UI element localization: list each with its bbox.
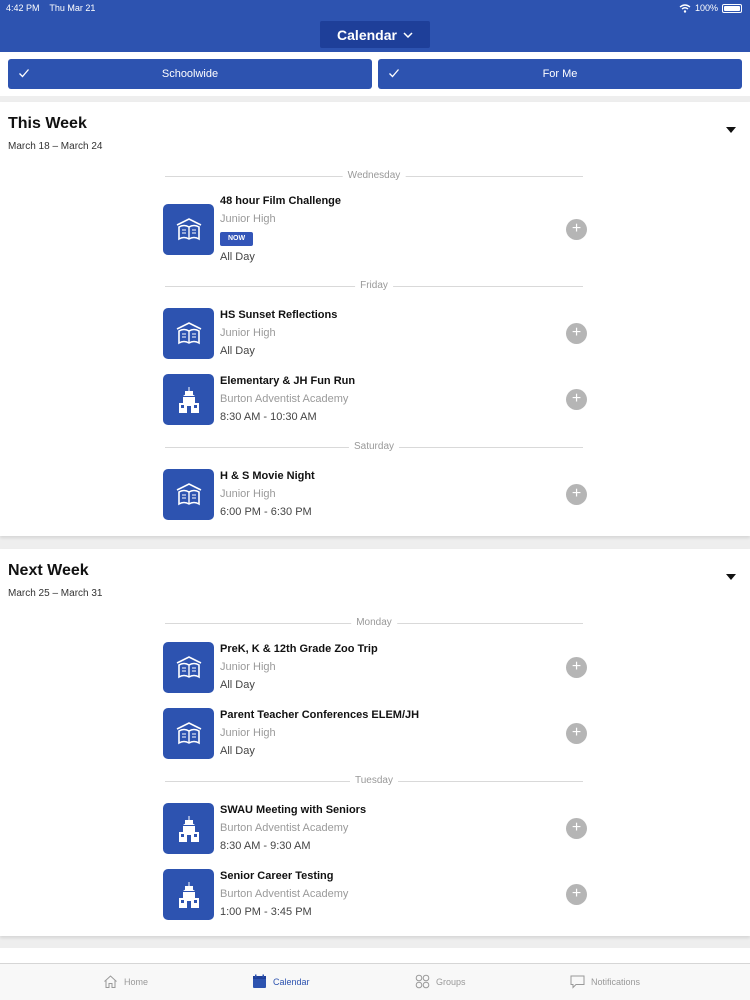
event-time: All Day: [220, 345, 255, 357]
day-label: Tuesday: [350, 775, 398, 786]
event-group: Junior High: [220, 213, 276, 225]
event-title[interactable]: H & S Movie Night: [220, 470, 315, 482]
add-event-button[interactable]: +: [566, 657, 587, 678]
event-title[interactable]: Elementary & JH Fun Run: [220, 375, 355, 387]
event-group: Junior High: [220, 327, 276, 339]
add-event-button[interactable]: +: [566, 884, 587, 905]
battery-icon: [722, 3, 742, 13]
add-event-button[interactable]: +: [566, 219, 587, 240]
status-indicators: 100%: [679, 3, 742, 13]
battery-level: [724, 5, 740, 11]
section-title: This Week: [8, 115, 87, 132]
calendar-title-dropdown[interactable]: Calendar: [320, 21, 430, 48]
bottom-tab-bar: Home Calendar Groups Notifications: [0, 963, 750, 1000]
day-divider: Saturday: [165, 441, 583, 453]
tab-calendar[interactable]: Calendar: [252, 974, 310, 989]
filter-bar: Schoolwide For Me: [0, 52, 750, 96]
add-event-button[interactable]: +: [566, 389, 587, 410]
collapse-caret-icon[interactable]: [726, 127, 736, 133]
event-group: Junior High: [220, 661, 276, 673]
home-icon: [104, 975, 117, 988]
event-title[interactable]: Parent Teacher Conferences ELEM/JH: [220, 709, 419, 721]
section-date-range: March 18 – March 24: [8, 141, 103, 152]
day-divider: Tuesday: [165, 775, 583, 787]
event-group: Burton Adventist Academy: [220, 822, 349, 834]
event-time: All Day: [220, 745, 255, 757]
tab-notifications[interactable]: Notifications: [570, 974, 640, 989]
book-icon: [163, 204, 214, 255]
checkmark-icon: [389, 69, 399, 78]
day-divider: Wednesday: [165, 170, 583, 182]
status-time-date: 4:42 PM Thu Mar 21: [6, 3, 95, 13]
add-event-button[interactable]: +: [566, 723, 587, 744]
day-label: Friday: [355, 280, 393, 291]
tab-label: Home: [124, 976, 149, 987]
tab-label: Groups: [436, 976, 466, 987]
filter-schoolwide-button[interactable]: Schoolwide: [8, 59, 372, 89]
next-week-section: Next Week March 25 – March 31 Monday Pre…: [0, 549, 750, 936]
event-group: Burton Adventist Academy: [220, 888, 349, 900]
event-title[interactable]: PreK, K & 12th Grade Zoo Trip: [220, 643, 378, 655]
checkmark-icon: [19, 69, 29, 78]
event-group: Junior High: [220, 727, 276, 739]
tab-home[interactable]: Home: [103, 974, 148, 989]
event-time: 1:00 PM - 3:45 PM: [220, 906, 312, 918]
event-title[interactable]: SWAU Meeting with Seniors: [220, 804, 366, 816]
day-label: Saturday: [348, 441, 400, 452]
event-group: Burton Adventist Academy: [220, 393, 349, 405]
school-building-icon: [163, 374, 214, 425]
filter-label: Schoolwide: [161, 68, 219, 80]
book-icon: [163, 708, 214, 759]
event-title[interactable]: 48 hour Film Challenge: [220, 195, 341, 207]
book-icon: [163, 642, 214, 693]
school-building-icon: [163, 869, 214, 920]
status-date: Thu Mar 21: [49, 3, 96, 13]
event-time: All Day: [220, 679, 255, 691]
battery-percent: 100%: [694, 3, 718, 13]
event-title[interactable]: Senior Career Testing: [220, 870, 334, 882]
book-icon: [163, 308, 214, 359]
add-event-button[interactable]: +: [566, 484, 587, 505]
day-divider: Monday: [165, 617, 583, 629]
page-title: Calendar: [337, 26, 397, 43]
event-group: Junior High: [220, 488, 276, 500]
add-event-button[interactable]: +: [566, 323, 587, 344]
tab-label: Calendar: [273, 976, 310, 987]
this-week-section: This Week March 18 – March 24 Wednesday …: [0, 102, 750, 536]
filter-for-me-button[interactable]: For Me: [378, 59, 742, 89]
day-label: Monday: [351, 617, 397, 628]
event-title[interactable]: HS Sunset Reflections: [220, 309, 337, 321]
calendar-icon: [253, 974, 266, 988]
now-badge: NOW: [220, 232, 253, 246]
filter-label: For Me: [542, 68, 578, 80]
status-time: 4:42 PM: [6, 3, 40, 13]
tab-groups[interactable]: Groups: [415, 974, 466, 989]
event-time: 8:30 AM - 9:30 AM: [220, 840, 311, 852]
chevron-down-icon: [403, 31, 413, 38]
event-time: All Day: [220, 251, 255, 263]
collapse-caret-icon[interactable]: [726, 574, 736, 580]
groups-icon: [415, 974, 430, 989]
chat-bubble-icon: [570, 975, 585, 989]
app-header: 4:42 PM Thu Mar 21 100% Calendar: [0, 0, 750, 52]
add-event-button[interactable]: +: [566, 818, 587, 839]
school-building-icon: [163, 803, 214, 854]
wifi-icon: [679, 3, 691, 13]
next-section-peek: [0, 948, 750, 963]
event-time: 8:30 AM - 10:30 AM: [220, 411, 317, 423]
tab-label: Notifications: [591, 976, 641, 987]
section-date-range: March 25 – March 31: [8, 588, 103, 599]
book-icon: [163, 469, 214, 520]
section-title: Next Week: [8, 562, 89, 579]
event-time: 6:00 PM - 6:30 PM: [220, 506, 312, 518]
day-divider: Friday: [165, 280, 583, 292]
day-label: Wednesday: [342, 170, 406, 181]
